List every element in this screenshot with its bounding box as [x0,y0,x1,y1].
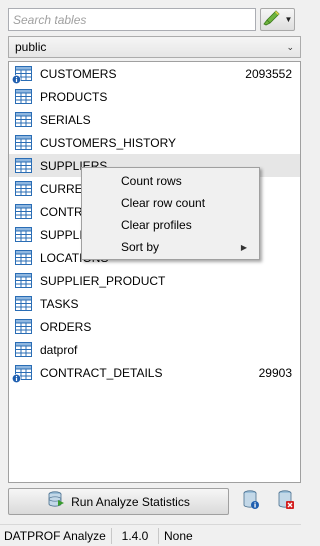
table-icon [15,342,32,357]
menu-item-clear-row-count[interactable]: Clear row count [84,192,257,214]
run-button-label: Run Analyze Statistics [71,494,190,509]
database-info-icon [242,490,260,513]
analyze-database-icon [47,491,65,512]
table-icon [15,89,32,104]
context-menu: Count rows Clear row count Clear profile… [81,167,260,260]
table-list[interactable]: CUSTOMERS 2093552 PRODUCTS SERIALS CUSTOMERS… [8,61,301,483]
table-row[interactable]: SERIALS [9,108,300,131]
filter-button[interactable]: ▼ [260,8,295,31]
bottom-toolbar: Run Analyze Statistics [8,487,301,516]
table-icon [15,296,32,311]
table-row[interactable]: CONTRACT_DETAILS 29903 [9,361,300,384]
schema-select[interactable]: public ⌄ [8,36,301,58]
table-row[interactable]: datprof [9,338,300,361]
menu-item-count-rows[interactable]: Count rows [84,170,257,192]
menu-item-label: Count rows [121,174,182,188]
table-icon [15,319,32,334]
row-count: 29903 [258,365,292,380]
table-name: SERIALS [40,112,91,127]
menu-item-label: Clear profiles [121,218,192,232]
table-icon [15,273,32,288]
dropdown-caret-icon: ▼ [284,15,293,24]
status-version: 1.4.0 [112,527,159,544]
table-icon [15,181,32,196]
status-state: None [164,528,193,543]
table-row[interactable]: CUSTOMERS_HISTORY [9,131,300,154]
table-row[interactable]: SUPPLIER_PRODUCT [9,269,300,292]
table-row[interactable]: ORDERS [9,315,300,338]
search-row: ▼ [8,8,295,32]
row-count: 2093552 [245,66,292,81]
chevron-down-icon: ⌄ [286,41,294,52]
status-bar: DATPROF Analyze 1.4.0 None [0,524,301,546]
table-name: CUSTOMERS_HISTORY [40,135,177,150]
table-name: PRODUCTS [40,89,108,104]
menu-item-label: Clear row count [121,196,206,210]
table-row[interactable]: CUSTOMERS 2093552 [9,62,300,85]
table-icon [15,135,32,150]
table-name: TASKS [40,296,79,311]
table-name: ORDERS [40,319,92,334]
table-row[interactable]: TASKS [9,292,300,315]
table-name: datprof [40,342,78,357]
table-name: CONTRACT_DETAILS [40,365,163,380]
menu-item-sort-by[interactable]: Sort by ▶ [84,236,257,258]
schema-select-value: public [15,40,47,54]
search-input[interactable] [8,8,256,31]
table-icon [15,112,32,127]
table-icon [15,250,32,265]
table-name: SUPPLIER_PRODUCT [40,273,166,288]
database-info-button[interactable] [237,488,264,515]
submenu-arrow-icon: ▶ [240,242,247,252]
table-icon [15,227,32,242]
filter-edit-icon [262,10,281,29]
menu-item-label: Sort by [121,240,160,254]
status-app-name: DATPROF Analyze [0,527,112,544]
table-name: CUSTOMERS [40,66,117,81]
table-info-icon [12,66,32,84]
database-delete-icon [277,490,295,513]
table-icon [15,204,32,219]
menu-item-clear-profiles[interactable]: Clear profiles [84,214,257,236]
table-icon [15,158,32,173]
run-analyze-statistics-button[interactable]: Run Analyze Statistics [8,488,229,515]
table-row[interactable]: PRODUCTS [9,85,300,108]
database-delete-button[interactable] [272,488,299,515]
table-info-icon [12,365,32,383]
